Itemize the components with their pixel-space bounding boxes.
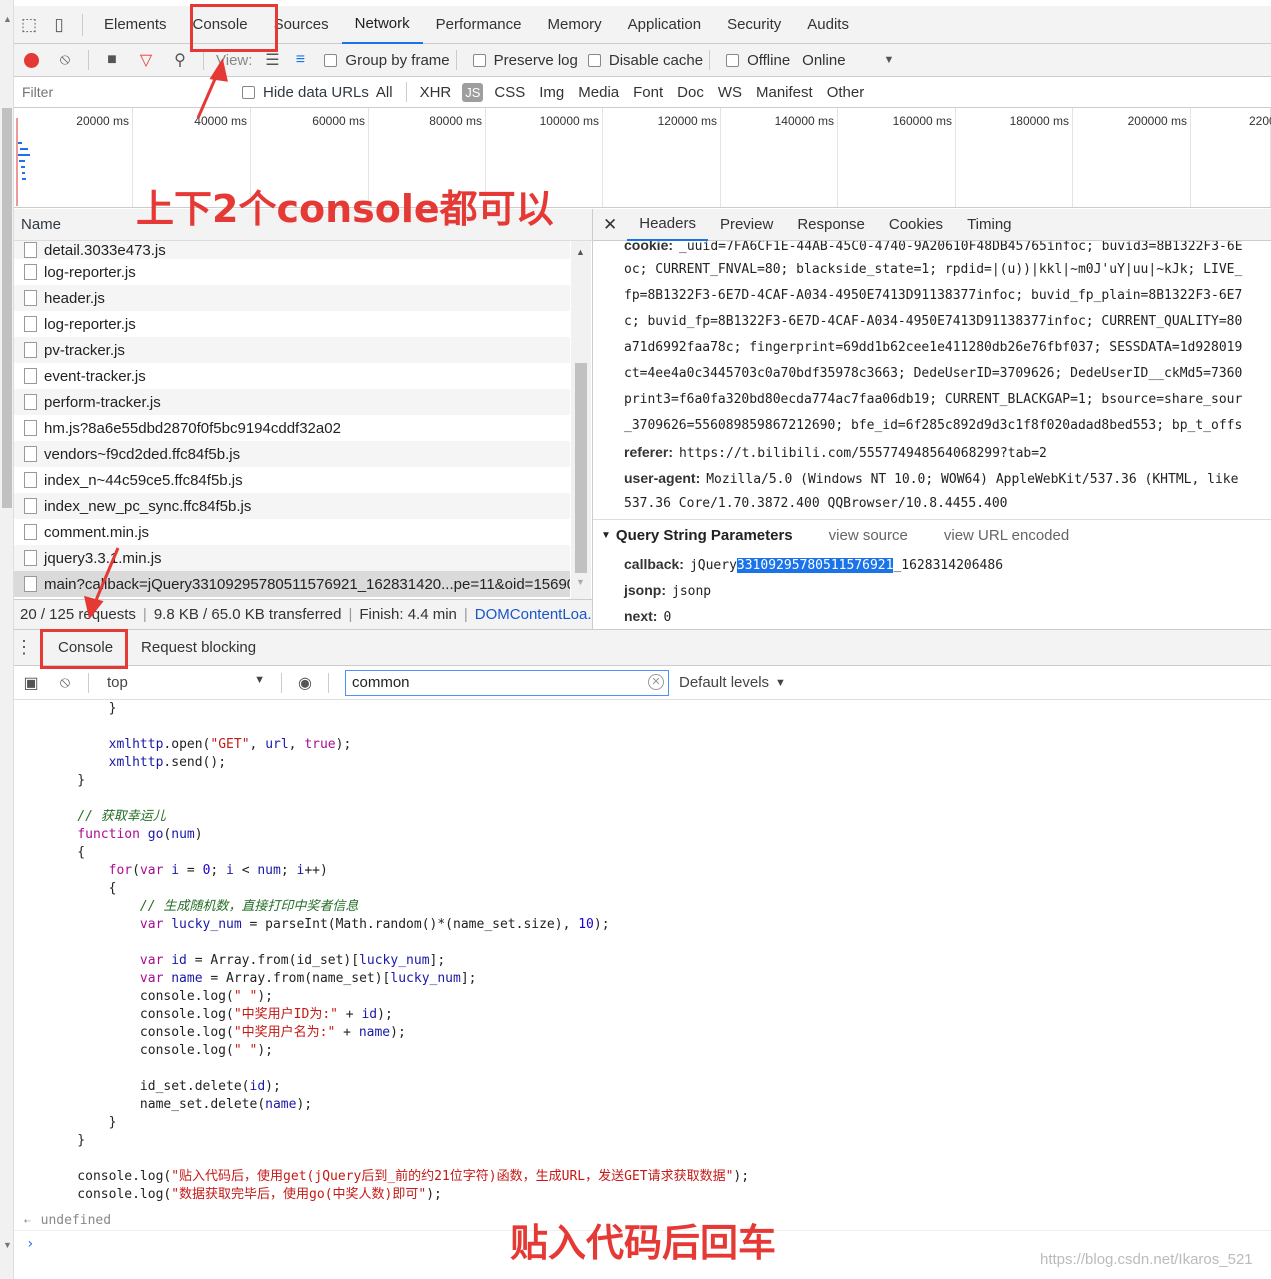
annotation-arrow-head [83,595,104,620]
annotation-arrow-head [209,58,228,82]
annotation-arrow-line [92,547,120,606]
watermark: https://blog.csdn.net/Ikaros_521 [1040,1251,1253,1268]
annotation-top-note: 上下2个console都可以 [136,187,554,231]
annotation-bottom-note: 贴入代码后回车 [510,1221,777,1265]
